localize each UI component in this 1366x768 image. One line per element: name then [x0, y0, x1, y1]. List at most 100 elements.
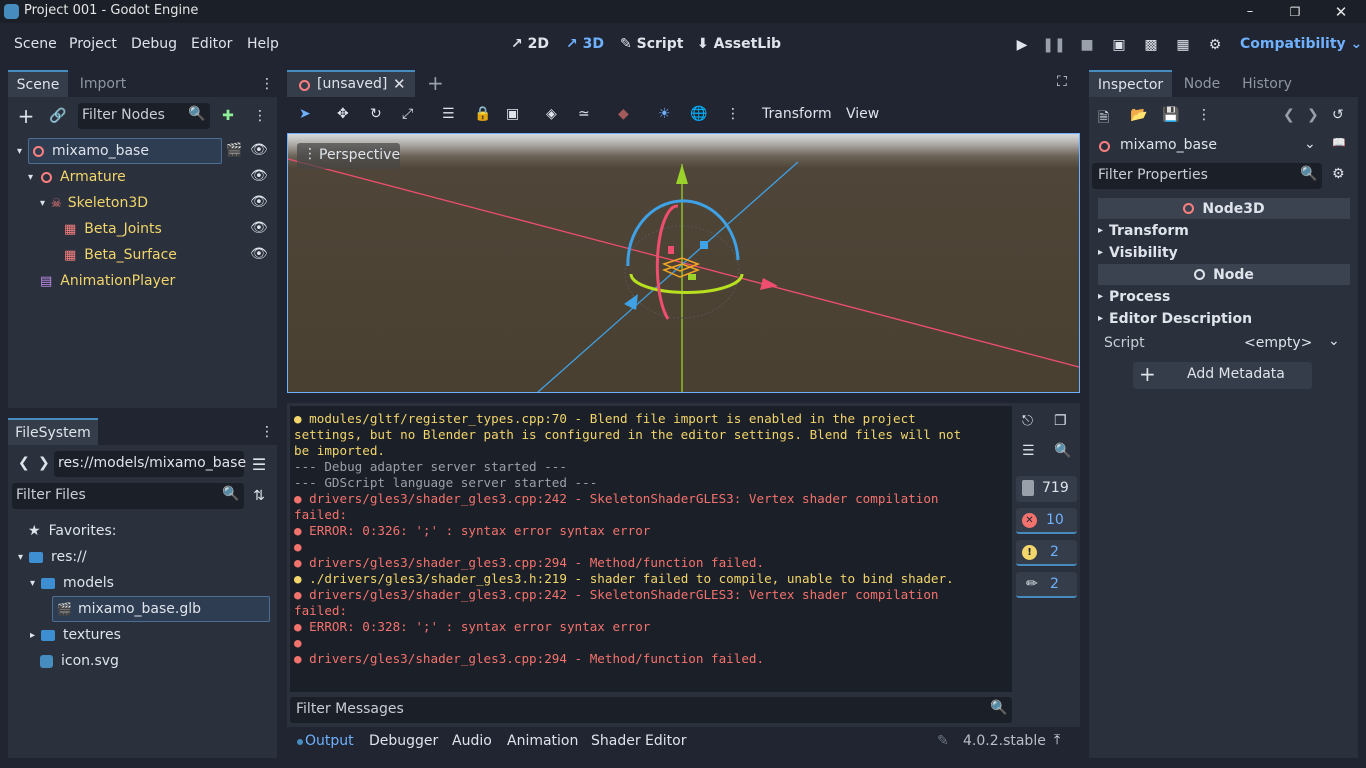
list-select-icon[interactable]: ☰ — [442, 106, 455, 122]
visibility-eye-icon[interactable]: 👁 — [250, 194, 268, 210]
add-node-icon[interactable]: + — [16, 104, 36, 128]
viewport-menu-icon[interactable]: ⋮ — [726, 106, 740, 122]
history-forward-icon[interactable]: ❯ — [1307, 107, 1319, 123]
minimize-icon[interactable]: – — [1240, 0, 1260, 23]
stop-icon[interactable]: ■ — [1077, 35, 1097, 55]
lock-icon[interactable]: 🔒 — [474, 106, 491, 122]
group-icon[interactable]: ▣ — [506, 106, 519, 122]
play-icon[interactable]: ▶ — [1012, 35, 1032, 55]
filter-properties-input[interactable]: Filter Properties 🔍 — [1092, 163, 1322, 189]
section-editor-description[interactable]: ▸ Editor Description — [1098, 308, 1350, 329]
object-selector[interactable]: mixamo_base ⌄ — [1092, 134, 1322, 160]
transform-menu[interactable]: Transform — [762, 106, 832, 122]
res-root-row[interactable]: ▾ res:// — [18, 544, 87, 570]
new-resource-icon[interactable]: 🗎 — [1098, 107, 1109, 131]
pause-icon[interactable]: ❚❚ — [1042, 35, 1065, 55]
visibility-eye-icon[interactable]: 👁 — [250, 220, 268, 236]
tree-row-beta-joints[interactable]: ▦ Beta_Joints — [64, 216, 162, 242]
tab-history[interactable]: History — [1232, 70, 1302, 97]
scene-instance-icon[interactable]: 🎬 — [226, 143, 242, 158]
split-mode-icon[interactable]: ☰ — [250, 454, 268, 474]
collapse-arrow-icon[interactable]: ▾ — [30, 578, 35, 589]
distraction-free-icon[interactable]: ⛶ — [1057, 74, 1067, 90]
workspace-3d-button[interactable]: ↗ 3D — [566, 36, 604, 52]
script-property-value[interactable]: <empty> ⌄ — [1236, 333, 1346, 355]
filter-messages-input[interactable]: Filter Messages 🔍 — [290, 697, 1012, 723]
sort-icon[interactable]: ⇅ — [250, 486, 268, 506]
tree-row-armature[interactable]: ▾ Armature — [28, 164, 126, 190]
tree-row-skeleton3d[interactable]: ▾ ☠ Skeleton3D — [40, 190, 148, 216]
tree-row-animationplayer[interactable]: ▤ AnimationPlayer — [40, 268, 175, 294]
add-metadata-button[interactable]: + Add Metadata — [1133, 362, 1312, 389]
dock-menu-icon[interactable]: ⋮ — [260, 73, 274, 95]
3d-viewport[interactable]: ⋮ Perspective — [287, 133, 1080, 393]
move-tool-icon[interactable]: ✥ — [337, 106, 349, 122]
environment-preview-icon[interactable]: 🌐 — [690, 106, 707, 122]
forward-icon[interactable]: ❯ — [38, 455, 50, 471]
bottom-tab-audio[interactable]: Audio — [452, 733, 492, 749]
select-tool-icon[interactable]: ➤ — [299, 106, 311, 122]
collapse-arrow-icon[interactable]: ▾ — [18, 552, 23, 563]
close-tab-icon[interactable]: ✕ — [393, 75, 406, 93]
perspective-menu[interactable]: ⋮ Perspective — [297, 143, 400, 169]
tab-filesystem[interactable]: FileSystem — [8, 418, 98, 445]
back-icon[interactable]: ❮ — [18, 455, 30, 471]
snap-icon[interactable]: ≃ — [578, 106, 590, 122]
icon-file-row[interactable]: icon.svg — [40, 648, 119, 674]
save-resource-icon[interactable]: 💾 — [1162, 107, 1179, 123]
play-scene-icon[interactable]: ▩ — [1141, 35, 1161, 55]
new-tab-icon[interactable]: + — [427, 71, 444, 95]
filter-files-input[interactable]: Filter Files 🔍 — [12, 483, 244, 509]
section-transform[interactable]: ▸ Transform — [1098, 220, 1350, 241]
bottom-tab-animation[interactable]: Animation — [507, 733, 578, 749]
visibility-eye-icon[interactable]: 👁 — [250, 142, 268, 158]
workspace-2d-button[interactable]: ↗ 2D — [511, 36, 549, 52]
section-visibility[interactable]: ▸ Visibility — [1098, 242, 1350, 263]
scene-menu-icon[interactable]: ⋮ — [253, 106, 267, 126]
inspector-menu-icon[interactable]: ⋮ — [1197, 107, 1211, 123]
filter-all-button[interactable]: 719 — [1016, 476, 1077, 502]
bottom-tab-output[interactable]: Output — [305, 733, 354, 749]
menu-project[interactable]: Project — [69, 36, 117, 52]
path-field[interactable]: res://models/mixamo_base — [54, 451, 246, 477]
expand-arrow-icon[interactable]: ▸ — [30, 630, 35, 641]
history-back-icon[interactable]: ❮ — [1283, 107, 1295, 123]
renderer-select[interactable]: Compatibility ⌄ — [1240, 36, 1362, 52]
restore-icon[interactable]: ❐ — [1285, 0, 1305, 23]
tab-scene[interactable]: Scene — [8, 70, 68, 97]
collapse-arrow-icon[interactable]: ▾ — [40, 198, 45, 209]
collapse-arrow-icon[interactable]: ▾ — [28, 172, 33, 183]
section-process[interactable]: ▸ Process — [1098, 286, 1350, 307]
view-menu[interactable]: View — [846, 106, 879, 122]
local-space-icon[interactable]: ◈ — [546, 106, 557, 122]
collapse-duplicates-icon[interactable]: ☰ — [1022, 443, 1035, 459]
copy-output-icon[interactable]: ❐ — [1054, 413, 1067, 429]
camera-preview-icon[interactable]: ◆ — [618, 106, 629, 122]
movie-maker-icon[interactable]: ⚙ — [1205, 35, 1225, 55]
tab-node[interactable]: Node — [1172, 70, 1232, 97]
filter-nodes-input[interactable]: Filter Nodes 🔍 — [78, 103, 210, 129]
visibility-eye-icon[interactable]: 👁 — [250, 246, 268, 262]
favorites-row[interactable]: ★ Favorites: — [28, 518, 117, 544]
filter-warnings-button[interactable]: ! 2 — [1016, 540, 1077, 566]
menu-debug[interactable]: Debug — [131, 36, 177, 52]
rotate-tool-icon[interactable]: ↻ — [370, 106, 382, 122]
tree-row-beta-surface[interactable]: ▦ Beta_Surface — [64, 242, 177, 268]
bottom-tab-shader-editor[interactable]: Shader Editor — [591, 733, 686, 749]
tab-unsaved[interactable]: [unsaved] ✕ — [287, 70, 415, 97]
link-icon[interactable]: 🔗 — [48, 106, 68, 126]
output-log[interactable]: ● modules/gltf/register_types.cpp:70 - B… — [290, 406, 1012, 692]
workspace-script-button[interactable]: ✎ Script — [620, 36, 683, 52]
bottom-tab-debugger[interactable]: Debugger — [369, 733, 438, 749]
play-custom-scene-icon[interactable]: ▦ — [1173, 35, 1193, 55]
file-row-mixamo-base-glb[interactable]: 🎬 mixamo_base.glb — [52, 596, 270, 622]
textures-folder-row[interactable]: ▸ textures — [30, 622, 121, 648]
tab-import[interactable]: Import — [68, 70, 138, 97]
close-icon[interactable]: ✕ — [1331, 0, 1351, 23]
menu-scene[interactable]: Scene — [14, 36, 57, 52]
menu-editor[interactable]: Editor — [191, 36, 232, 52]
expand-bottom-panel-icon[interactable]: ⤒ — [1054, 732, 1060, 748]
dock-menu-icon[interactable]: ⋮ — [260, 421, 274, 443]
collapse-arrow-icon[interactable]: ▾ — [17, 146, 22, 157]
filter-editor-button[interactable]: ✏ 2 — [1016, 572, 1077, 598]
